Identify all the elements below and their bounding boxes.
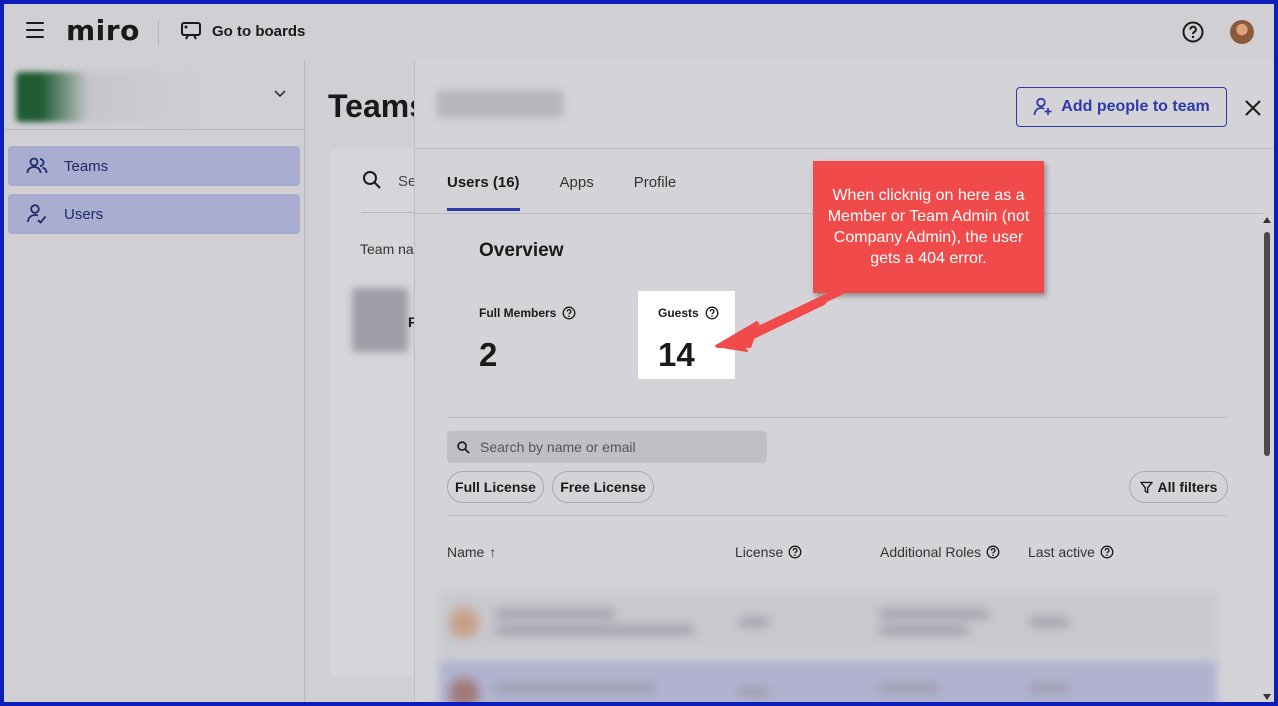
user-avatar[interactable] — [1230, 20, 1254, 44]
help-icon[interactable] — [562, 306, 576, 320]
sidebar-item-teams[interactable]: Teams — [8, 146, 300, 186]
app-window: miro Go to boards Teams Users Teams Se T… — [4, 4, 1274, 702]
annotation-callout: When clicknig on here as a Member or Tea… — [813, 161, 1044, 293]
divider — [447, 417, 1228, 418]
column-header-name[interactable]: Name ↑ — [447, 544, 496, 560]
user-search-field[interactable] — [447, 431, 767, 463]
menu-icon[interactable] — [26, 22, 44, 38]
go-to-boards-link[interactable]: Go to boards — [180, 21, 305, 41]
search-icon — [363, 171, 381, 189]
help-icon[interactable] — [986, 545, 1000, 559]
team-details-panel: Add people to team Users (16) Apps Profi… — [414, 60, 1274, 702]
panel-tabs: Users (16) Apps Profile — [447, 174, 716, 211]
divider — [361, 212, 421, 213]
full-members-value: 2 — [479, 336, 498, 373]
all-filters-button[interactable]: All filters — [1129, 471, 1228, 503]
tab-users[interactable]: Users (16) — [447, 174, 520, 211]
tab-apps[interactable]: Apps — [560, 174, 594, 211]
column-header-roles: Additional Roles — [880, 544, 1000, 560]
blurred-text — [495, 610, 615, 618]
table-row[interactable] — [439, 660, 1217, 702]
help-icon[interactable] — [788, 545, 802, 559]
blurred-text — [739, 688, 769, 696]
blurred-text — [879, 610, 989, 618]
all-filters-label: All filters — [1157, 479, 1218, 495]
full-license-filter[interactable]: Full License — [447, 471, 544, 503]
chevron-down-icon[interactable] — [274, 90, 286, 98]
filter-icon — [1139, 481, 1153, 493]
overview-heading: Overview — [479, 240, 564, 261]
miro-logo[interactable]: miro — [66, 14, 140, 47]
full-members-label: Full Members — [479, 306, 557, 320]
column-header-last-active: Last active — [1028, 544, 1114, 560]
tab-profile[interactable]: Profile — [634, 174, 677, 211]
team-icon — [26, 157, 48, 174]
top-bar: miro Go to boards — [4, 4, 1274, 60]
help-icon[interactable] — [1182, 21, 1204, 43]
blurred-text — [879, 684, 939, 692]
guests-stat: Guests — [658, 306, 719, 320]
column-last-active-label: Last active — [1028, 544, 1095, 560]
table-row[interactable] — [439, 590, 1217, 654]
user-search-input[interactable] — [480, 439, 750, 455]
board-icon — [181, 22, 201, 40]
sidebar-item-label: Users — [64, 205, 104, 223]
blurred-text — [495, 684, 655, 692]
help-icon[interactable] — [705, 306, 719, 320]
team-name-heading — [436, 90, 564, 118]
sort-ascending-icon: ↑ — [489, 544, 497, 560]
help-icon[interactable] — [1100, 545, 1114, 559]
divider — [447, 515, 1228, 516]
scroll-up-arrow[interactable] — [1263, 217, 1271, 223]
scrollbar-thumb[interactable] — [1264, 232, 1270, 456]
full-members-stat: Full Members — [479, 306, 576, 320]
divider — [158, 20, 159, 46]
column-license-label: License — [735, 544, 784, 560]
team-thumbnail — [352, 288, 408, 352]
guests-value[interactable]: 14 — [658, 336, 695, 374]
go-to-boards-label: Go to boards — [212, 22, 306, 40]
free-license-filter[interactable]: Free License — [552, 471, 654, 503]
blurred-text — [495, 626, 695, 634]
scroll-down-arrow[interactable] — [1263, 694, 1271, 700]
organization-switcher[interactable] — [16, 72, 196, 122]
divider — [4, 129, 305, 130]
avatar — [449, 678, 479, 702]
user-check-icon — [27, 204, 47, 224]
divider — [415, 148, 1274, 149]
blurred-text — [1029, 618, 1069, 626]
add-user-icon — [1033, 97, 1052, 116]
column-header-team-name: Team na — [360, 241, 414, 257]
avatar — [449, 608, 479, 638]
column-roles-label: Additional Roles — [880, 544, 982, 560]
sidebar: Teams Users — [4, 60, 305, 702]
blurred-text — [1029, 684, 1069, 692]
blurred-text — [739, 618, 769, 626]
column-header-license: License — [735, 544, 802, 560]
sidebar-item-label: Teams — [64, 157, 109, 175]
search-icon — [457, 440, 470, 454]
add-people-label: Add people to team — [1061, 98, 1210, 115]
sidebar-item-users[interactable]: Users — [8, 194, 300, 234]
guests-label: Guests — [658, 306, 699, 320]
column-name-label: Name — [447, 544, 485, 560]
page-title: Teams — [328, 88, 428, 124]
close-icon[interactable] — [1243, 98, 1263, 118]
blurred-text — [879, 626, 969, 634]
add-people-button[interactable]: Add people to team — [1016, 87, 1227, 127]
